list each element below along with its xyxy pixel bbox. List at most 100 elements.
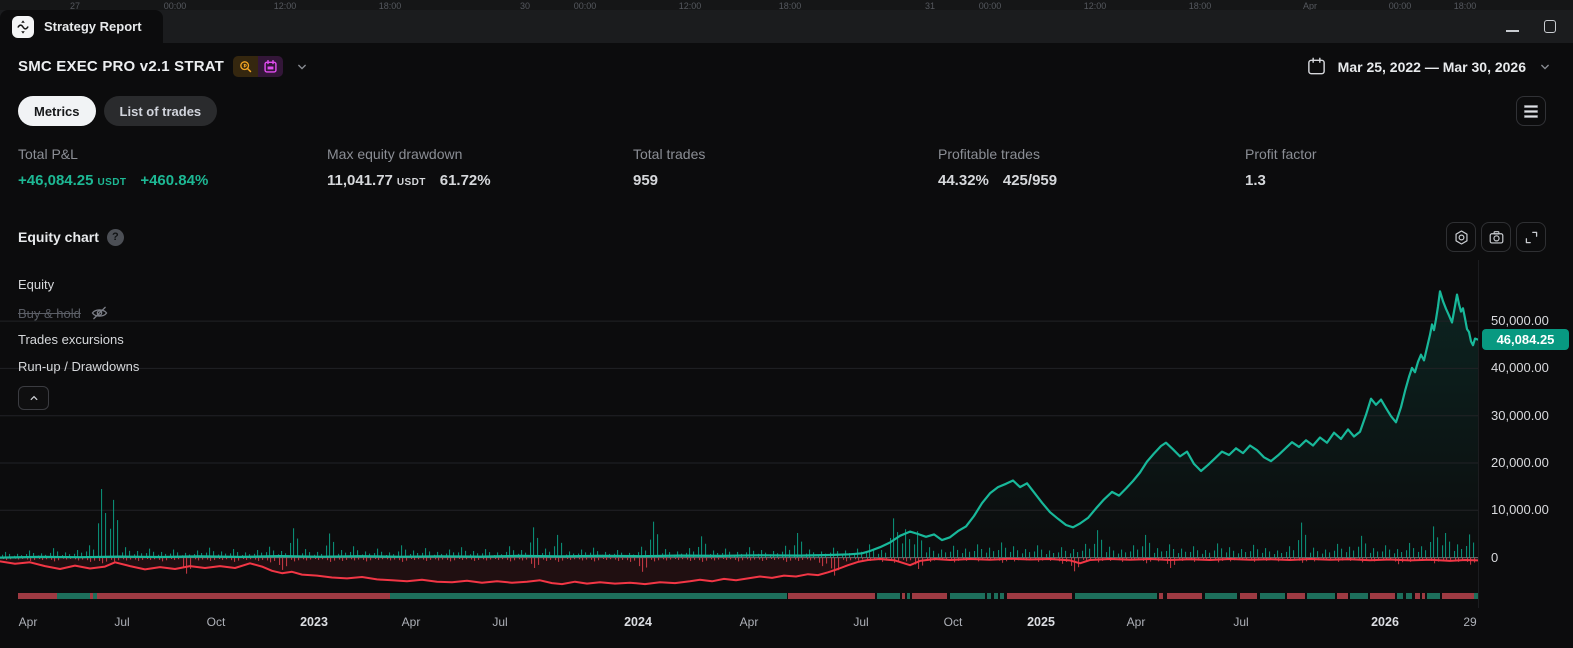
background-time-label: 00:00	[979, 1, 1002, 10]
background-time-label: 18:00	[779, 1, 802, 10]
x-axis-tick: Apr	[402, 615, 421, 629]
y-axis-tick: 0	[1491, 550, 1498, 565]
strategy-dropdown-chevron[interactable]	[294, 59, 310, 75]
tab-bar: Strategy Report	[0, 10, 1573, 43]
metric-profitable-trades: Profitable trades 44.32% 425/959	[938, 146, 1245, 214]
view-layout-button[interactable]	[1516, 96, 1546, 126]
metric-label: Total trades	[633, 146, 938, 162]
equity-chart-area: 50,000.00 40,000.00 30,000.00 20,000.00 10,0…	[0, 260, 1573, 648]
background-time-label: 00:00	[574, 1, 597, 10]
x-axis-tick: Apr	[1127, 615, 1146, 629]
report-tabs: Metrics List of trades	[0, 90, 1573, 132]
snapshot-button[interactable]	[1481, 222, 1511, 252]
fullscreen-icon	[1523, 229, 1540, 246]
legend-buy-and-hold[interactable]: Buy & hold	[18, 305, 109, 321]
equity-chart-header: Equity chart ?	[0, 214, 1573, 260]
background-time-label: 00:00	[164, 1, 187, 10]
background-time-label: 31	[925, 1, 935, 10]
maximize-button[interactable]	[1541, 18, 1559, 36]
tab-metrics[interactable]: Metrics	[18, 96, 96, 126]
y-axis-tick: 50,000.00	[1491, 313, 1549, 328]
price-axis[interactable]: 50,000.00 40,000.00 30,000.00 20,000.00 10,0…	[1478, 260, 1573, 608]
time-axis[interactable]: Apr Jul Oct 2023 Apr Jul 2024 Apr Jul Oct 2025 Apr J…	[0, 612, 1478, 632]
background-time-label: 18:00	[1189, 1, 1212, 10]
metric-value: 1.3	[1245, 172, 1266, 189]
x-axis-tick: 2025	[1027, 615, 1055, 629]
background-time-label: 18:00	[379, 1, 402, 10]
help-icon[interactable]: ?	[107, 229, 124, 246]
metric-value: 959	[633, 172, 658, 189]
background-time-label: 27	[70, 1, 80, 10]
camera-icon	[1488, 229, 1505, 246]
strategy-name: SMC EXEC PRO v2.1 STRAT	[18, 58, 224, 75]
metric-max-drawdown: Max equity drawdown 11,041.77 USDT 61.72…	[327, 146, 633, 214]
date-range-selector[interactable]: Mar 25, 2022 — Mar 30, 2026	[1306, 56, 1553, 77]
equity-chart-canvas[interactable]	[0, 260, 1478, 608]
collapse-legend-button[interactable]	[18, 386, 49, 410]
x-axis-tick: Apr	[19, 615, 38, 629]
y-axis-tick: 10,000.00	[1491, 502, 1549, 517]
metric-secondary: 425/959	[1003, 172, 1057, 189]
x-axis-tick: Apr	[740, 615, 759, 629]
metric-label: Total P&L	[18, 146, 327, 162]
background-time-label: 18:00	[1454, 1, 1477, 10]
x-axis-tick: 29	[1463, 615, 1476, 629]
legend-equity[interactable]: Equity	[18, 277, 54, 292]
strategy-tester-icon	[12, 16, 34, 38]
tab-title: Strategy Report	[44, 19, 142, 34]
background-time-label: 12:00	[274, 1, 297, 10]
y-axis-tick: 40,000.00	[1491, 360, 1549, 375]
x-axis-tick: 2023	[300, 615, 328, 629]
background-time-label: 30	[520, 1, 530, 10]
y-axis-tick: 20,000.00	[1491, 455, 1549, 470]
metric-label: Profitable trades	[938, 146, 1245, 162]
x-axis-tick: 2024	[624, 615, 652, 629]
x-axis-tick: Oct	[207, 615, 226, 629]
background-chart-strip: 27 00:00 12:00 18:00 30 00:00 12:00 18:00 31 00:0…	[0, 0, 1573, 10]
chart-settings-button[interactable]	[1446, 222, 1476, 252]
y-axis-tick: 30,000.00	[1491, 408, 1549, 423]
equity-chart-title: Equity chart	[18, 229, 99, 245]
date-range-chevron	[1537, 59, 1553, 75]
metric-secondary: +460.84%	[140, 172, 208, 189]
x-axis-tick: Jul	[114, 615, 129, 629]
calendar-icon	[1306, 56, 1327, 77]
metric-value: 44.32%	[938, 172, 989, 189]
x-axis-tick: 2026	[1371, 615, 1399, 629]
background-time-label: Apr	[1303, 1, 1317, 10]
metric-value: +46,084.25	[18, 172, 94, 189]
legend-runup-drawdowns[interactable]: Run-up / Drawdowns	[18, 359, 139, 374]
metric-profit-factor: Profit factor 1.3	[1245, 146, 1573, 214]
minimize-button[interactable]	[1503, 18, 1521, 36]
chevron-up-icon	[27, 391, 41, 405]
x-axis-tick: Oct	[944, 615, 963, 629]
fullscreen-button[interactable]	[1516, 222, 1546, 252]
metric-total-pnl: Total P&L +46,084.25 USDT +460.84%	[18, 146, 327, 214]
maximize-icon	[1544, 20, 1556, 33]
background-time-label: 12:00	[1084, 1, 1107, 10]
x-axis-tick: Jul	[1233, 615, 1248, 629]
strategy-report-window: 27 00:00 12:00 18:00 30 00:00 12:00 18:00 31 00:0…	[0, 0, 1573, 648]
deep-backtest-icon[interactable]	[233, 56, 258, 77]
strategy-badges	[233, 56, 283, 77]
metric-value: 11,041.77	[327, 172, 393, 189]
x-axis-tick: Jul	[853, 615, 868, 629]
minimize-icon	[1506, 30, 1519, 32]
background-time-label: 00:00	[1389, 1, 1412, 10]
date-badge-icon[interactable]	[258, 56, 283, 77]
date-range-text: Mar 25, 2022 — Mar 30, 2026	[1338, 59, 1526, 75]
window-controls	[1503, 10, 1559, 43]
last-value-badge: 46,084.25	[1482, 329, 1569, 350]
chart-tools	[1446, 222, 1546, 252]
metrics-summary: Total P&L +46,084.25 USDT +460.84% Max e…	[0, 132, 1573, 214]
tab-list-of-trades[interactable]: List of trades	[104, 96, 218, 126]
x-axis-tick: Jul	[492, 615, 507, 629]
tab-strategy-report[interactable]: Strategy Report	[0, 10, 163, 43]
rows-view-icon	[1524, 105, 1538, 108]
gear-icon	[1453, 229, 1470, 246]
eye-off-icon[interactable]	[90, 305, 109, 321]
legend-trades-excursions[interactable]: Trades excursions	[18, 332, 124, 347]
report-header: SMC EXEC PRO v2.1 STRAT	[0, 43, 1573, 90]
metric-secondary: 61.72%	[440, 172, 491, 189]
metric-label: Profit factor	[1245, 146, 1573, 162]
